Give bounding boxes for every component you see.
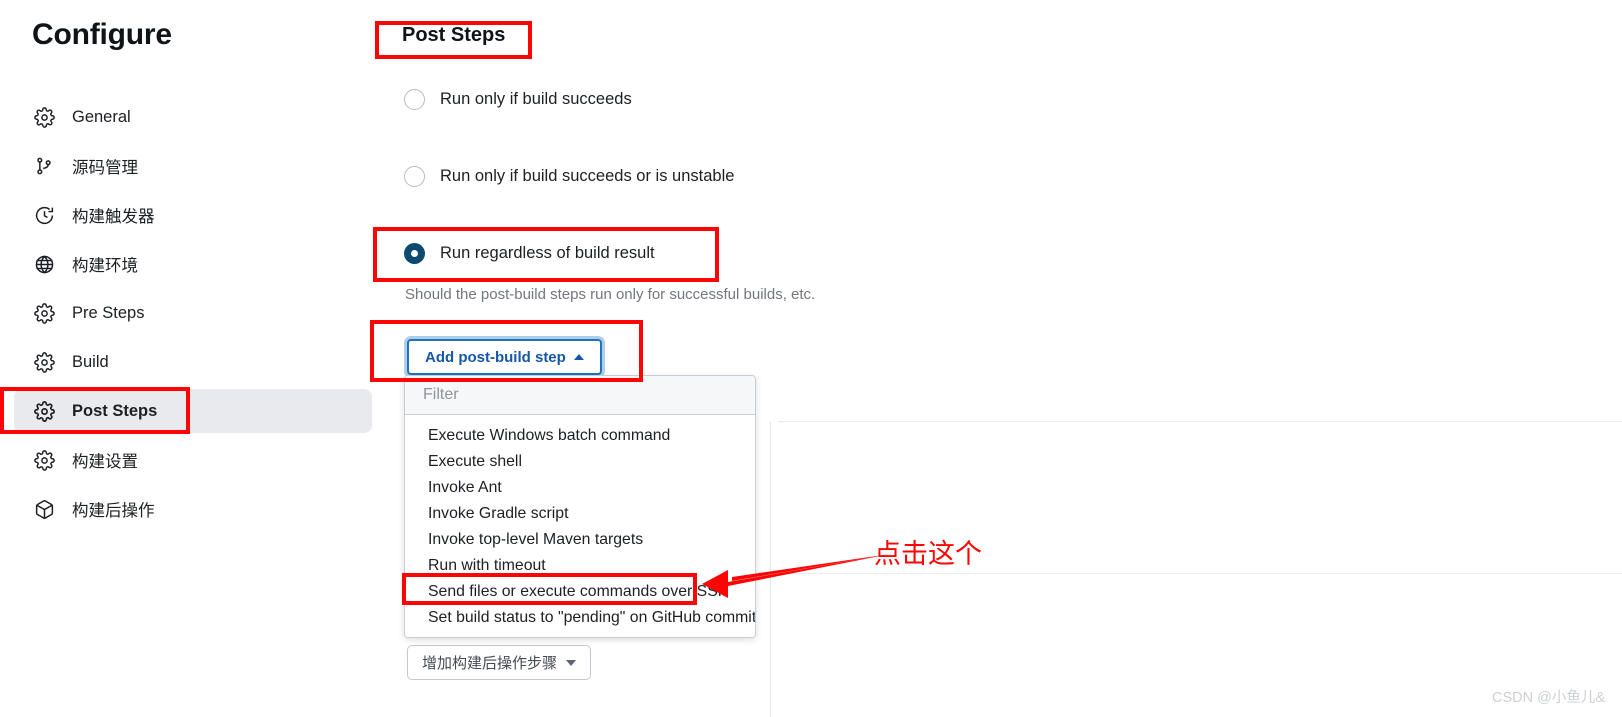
sidebar-item-label: General xyxy=(72,107,131,126)
page-title: Post Steps xyxy=(402,24,506,46)
sidebar-item-build-triggers[interactable]: 构建触发器 xyxy=(14,193,372,237)
radio-run-only-if-build-succeeds-or-unstable[interactable]: Run only if build succeeds or is unstabl… xyxy=(404,166,734,187)
git-branch-icon xyxy=(32,154,56,178)
dropdown-item-send-files-over-ssh[interactable]: Send files or execute commands over SSH xyxy=(405,579,755,605)
clock-icon xyxy=(32,203,56,227)
dropdown-item[interactable]: Invoke Gradle script xyxy=(405,501,755,527)
sidebar-item-label: Pre Steps xyxy=(72,303,145,322)
sidebar-item-pre-steps[interactable]: Pre Steps xyxy=(14,291,372,335)
sidebar-item-build[interactable]: Build xyxy=(14,340,372,384)
sidebar: Configure General 源码管理 构建触发器 构建环境 Pre St… xyxy=(0,0,380,717)
sidebar-item-label: 构建后操作 xyxy=(72,502,155,520)
column-divider xyxy=(770,422,771,717)
sidebar-item-scm[interactable]: 源码管理 xyxy=(14,144,372,188)
sidebar-item-build-settings[interactable]: 构建设置 xyxy=(14,438,372,482)
radio-indicator-selected[interactable] xyxy=(404,243,425,264)
dropdown-item[interactable]: Set build status to "pending" on GitHub … xyxy=(405,605,755,631)
sidebar-item-build-environment[interactable]: 构建环境 xyxy=(14,242,372,286)
main-content: Post Steps Run only if build succeeds Ru… xyxy=(380,0,1622,717)
sidebar-item-post-build-actions[interactable]: 构建后操作 xyxy=(14,487,372,531)
radio-label: Run only if build succeeds xyxy=(440,90,632,108)
add-post-build-step-label: Add post-build step xyxy=(425,348,566,366)
chevron-up-icon xyxy=(573,354,584,360)
gear-icon xyxy=(32,350,56,374)
annotation-text: 点击这个 xyxy=(874,539,982,569)
post-build-step-dropdown: Execute Windows batch command Execute sh… xyxy=(404,375,756,638)
dropdown-item[interactable]: Run with timeout xyxy=(405,553,755,579)
section-divider xyxy=(778,421,1622,422)
chevron-down-icon xyxy=(566,659,577,666)
dropdown-item[interactable]: Invoke Ant xyxy=(405,475,755,501)
sidebar-item-label: 构建设置 xyxy=(72,453,138,471)
add-post-build-step-button[interactable]: Add post-build step xyxy=(407,339,602,375)
radio-label: Run regardless of build result xyxy=(440,244,655,262)
page-heading-configure: Configure xyxy=(32,18,172,51)
sidebar-item-post-steps[interactable]: Post Steps xyxy=(14,389,372,433)
filter-input[interactable] xyxy=(405,376,755,415)
sidebar-item-label: Post Steps xyxy=(72,401,158,420)
gear-icon xyxy=(32,105,56,129)
sidebar-item-label: 构建触发器 xyxy=(72,208,155,226)
sidebar-item-label: Build xyxy=(72,352,109,371)
add-post-build-action-step-button[interactable]: 增加构建后操作步骤 xyxy=(407,645,592,680)
gear-icon xyxy=(32,399,56,423)
helper-text: Should the post-build steps run only for… xyxy=(405,286,816,303)
globe-icon xyxy=(32,252,56,276)
add-post-build-action-step-label: 增加构建后操作步骤 xyxy=(422,655,558,672)
package-icon xyxy=(32,497,56,521)
dropdown-item[interactable]: Execute shell xyxy=(405,449,755,475)
radio-label: Run only if build succeeds or is unstabl… xyxy=(440,167,735,185)
watermark: CSDN @小鱼儿& xyxy=(1491,690,1605,706)
section-divider xyxy=(778,573,1622,574)
radio-indicator[interactable] xyxy=(404,166,425,187)
dropdown-item[interactable]: Execute Windows batch command xyxy=(405,423,755,449)
radio-indicator[interactable] xyxy=(404,89,425,110)
dropdown-list: Execute Windows batch command Execute sh… xyxy=(405,415,755,637)
app-root: Configure General 源码管理 构建触发器 构建环境 Pre St… xyxy=(0,0,1622,717)
sidebar-item-label: 构建环境 xyxy=(72,257,138,275)
gear-icon xyxy=(32,448,56,472)
sidebar-item-general[interactable]: General xyxy=(14,95,372,139)
gear-icon xyxy=(32,301,56,325)
sidebar-item-label: 源码管理 xyxy=(72,159,138,177)
radio-run-regardless-of-build-result[interactable]: Run regardless of build result xyxy=(404,243,655,264)
dropdown-item[interactable]: Invoke top-level Maven targets xyxy=(405,527,755,553)
radio-run-only-if-build-succeeds[interactable]: Run only if build succeeds xyxy=(404,89,632,110)
